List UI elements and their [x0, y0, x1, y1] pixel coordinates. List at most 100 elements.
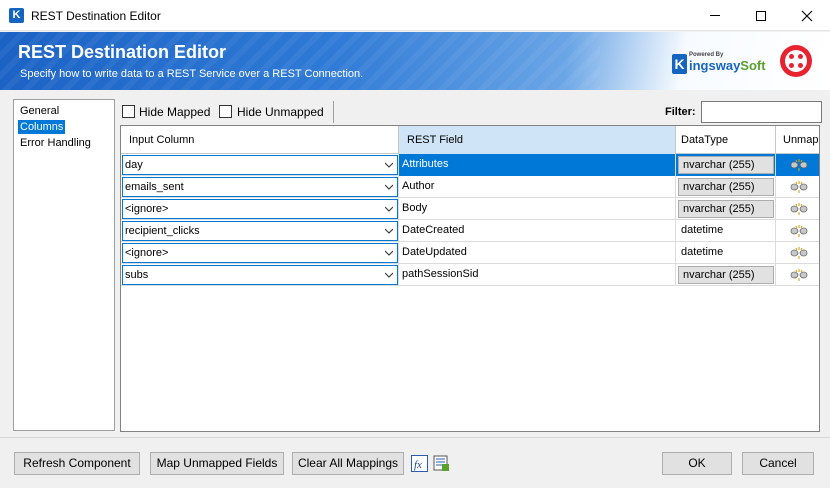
chevron-down-icon[interactable]: [385, 205, 393, 213]
table-row[interactable]: day Attributes nvarchar (255): [121, 154, 819, 176]
banner-title: REST Destination Editor: [18, 42, 227, 62]
chevron-down-icon[interactable]: [385, 249, 393, 257]
banner-subtitle: Specify how to write data to a REST Serv…: [20, 68, 364, 80]
input-column-dropdown[interactable]: <ignore>: [122, 199, 398, 219]
unmap-icon[interactable]: [789, 268, 809, 282]
data-type-button[interactable]: nvarchar (255): [678, 200, 774, 218]
maximize-icon: [756, 10, 766, 21]
header-data-type[interactable]: DataType: [676, 126, 776, 154]
twilio-dot: [798, 63, 803, 68]
data-type-text: datetime: [681, 246, 724, 258]
table-row[interactable]: emails_sent Author nvarchar (255): [121, 176, 819, 198]
input-column-cell: subs: [121, 264, 399, 286]
map-unmapped-fields-button[interactable]: Map Unmapped Fields: [150, 452, 284, 475]
twilio-dot: [789, 63, 794, 68]
unmap-icon[interactable]: [789, 180, 809, 194]
rest-field-cell: pathSessionSid: [399, 264, 676, 286]
header-input-column[interactable]: Input Column: [121, 126, 399, 154]
rest-field-cell: Attributes: [399, 154, 676, 176]
chevron-down-icon[interactable]: [385, 161, 393, 169]
dropdown-value: day: [125, 159, 143, 171]
input-column-cell: emails_sent: [121, 176, 399, 198]
header-unmap[interactable]: Unmap: [776, 126, 819, 154]
logo-name: ingswaySoft: [689, 58, 766, 73]
clear-all-mappings-button[interactable]: Clear All Mappings: [292, 452, 404, 475]
rest-field-cell: DateUpdated: [399, 242, 676, 264]
input-column-cell: recipient_clicks: [121, 220, 399, 242]
hide-unmapped-checkbox[interactable]: [219, 105, 232, 118]
table-row[interactable]: recipient_clicks DateCreated datetime: [121, 220, 819, 242]
filter-label: Filter:: [665, 106, 696, 118]
filter-input[interactable]: [701, 101, 822, 123]
data-type-cell: nvarchar (255): [676, 154, 776, 176]
svg-text:fx: fx: [414, 459, 422, 471]
grid-header: Input Column REST Field DataType Unmap: [121, 126, 819, 154]
twilio-logo-inner: [785, 50, 807, 72]
hide-mapped-checkbox[interactable]: [122, 105, 135, 118]
app-icon: K: [9, 8, 24, 23]
data-type-text: datetime: [681, 224, 724, 236]
input-column-cell: <ignore>: [121, 242, 399, 264]
chevron-down-icon[interactable]: [385, 227, 393, 235]
unmap-cell: [776, 198, 819, 220]
title-bar: K REST Destination Editor: [0, 0, 830, 31]
hide-unmapped-label[interactable]: Hide Unmapped: [237, 105, 324, 119]
unmap-icon[interactable]: [789, 246, 809, 260]
chevron-down-icon[interactable]: [385, 271, 393, 279]
rest-field-cell: DateCreated: [399, 220, 676, 242]
data-type-button[interactable]: nvarchar (255): [678, 178, 774, 196]
nav-item-columns[interactable]: Columns: [18, 120, 66, 134]
minimize-button[interactable]: [692, 0, 738, 31]
page-navigation-list: General Columns Error Handling: [13, 99, 115, 431]
twilio-logo-icon: [780, 45, 812, 77]
dropdown-value: <ignore>: [125, 203, 169, 215]
unmap-icon[interactable]: [789, 158, 809, 172]
ok-button[interactable]: OK: [662, 452, 732, 475]
unmap-icon[interactable]: [789, 224, 809, 238]
settings-grid-icon[interactable]: [433, 455, 450, 472]
data-type-cell: datetime: [676, 242, 776, 264]
data-type-cell: nvarchar (255): [676, 176, 776, 198]
nav-item-error-handling[interactable]: Error Handling: [18, 136, 93, 150]
unmap-cell: [776, 176, 819, 198]
input-column-cell: <ignore>: [121, 198, 399, 220]
header-rest-field[interactable]: REST Field: [399, 126, 676, 154]
maximize-button[interactable]: [738, 0, 784, 31]
kingswaysoft-k-icon: K: [672, 54, 687, 74]
dropdown-value: emails_sent: [125, 181, 184, 193]
data-type-button[interactable]: nvarchar (255): [678, 266, 774, 284]
input-column-cell: day: [121, 154, 399, 176]
input-column-dropdown[interactable]: recipient_clicks: [122, 221, 398, 241]
table-row[interactable]: subs pathSessionSid nvarchar (255): [121, 264, 819, 286]
input-column-dropdown[interactable]: subs: [122, 265, 398, 285]
chevron-down-icon[interactable]: [385, 183, 393, 191]
dropdown-value: subs: [125, 269, 149, 281]
nav-item-general[interactable]: General: [18, 104, 61, 118]
logo-name-b: Soft: [740, 58, 766, 73]
window-title: REST Destination Editor: [31, 9, 161, 23]
minimize-icon: [710, 15, 720, 16]
input-column-dropdown[interactable]: emails_sent: [122, 177, 398, 197]
unmap-icon[interactable]: [789, 202, 809, 216]
footer-divider: [0, 437, 830, 438]
table-row[interactable]: <ignore> Body nvarchar (255): [121, 198, 819, 220]
column-mapping-grid: Input Column REST Field DataType Unmap d…: [120, 125, 820, 432]
close-button[interactable]: [784, 0, 830, 31]
hide-mapped-label[interactable]: Hide Mapped: [139, 105, 210, 119]
dropdown-value: recipient_clicks: [125, 225, 200, 237]
toolbar-separator: [333, 101, 334, 123]
unmap-cell: [776, 264, 819, 286]
refresh-component-button[interactable]: Refresh Component: [14, 452, 140, 475]
kingswaysoft-logo: K Powered By ingswaySoft: [672, 49, 766, 79]
data-type-cell: datetime: [676, 220, 776, 242]
input-column-dropdown[interactable]: day: [122, 155, 398, 175]
columns-toolbar: Hide Mapped Hide Unmapped Filter:: [120, 101, 830, 123]
input-column-dropdown[interactable]: <ignore>: [122, 243, 398, 263]
cancel-button[interactable]: Cancel: [742, 452, 814, 475]
table-row[interactable]: <ignore> DateUpdated datetime: [121, 242, 819, 264]
close-icon: [801, 10, 813, 21]
expression-icon[interactable]: fx: [411, 455, 428, 472]
unmap-cell: [776, 242, 819, 264]
data-type-button[interactable]: nvarchar (255): [678, 156, 774, 174]
data-type-cell: nvarchar (255): [676, 198, 776, 220]
